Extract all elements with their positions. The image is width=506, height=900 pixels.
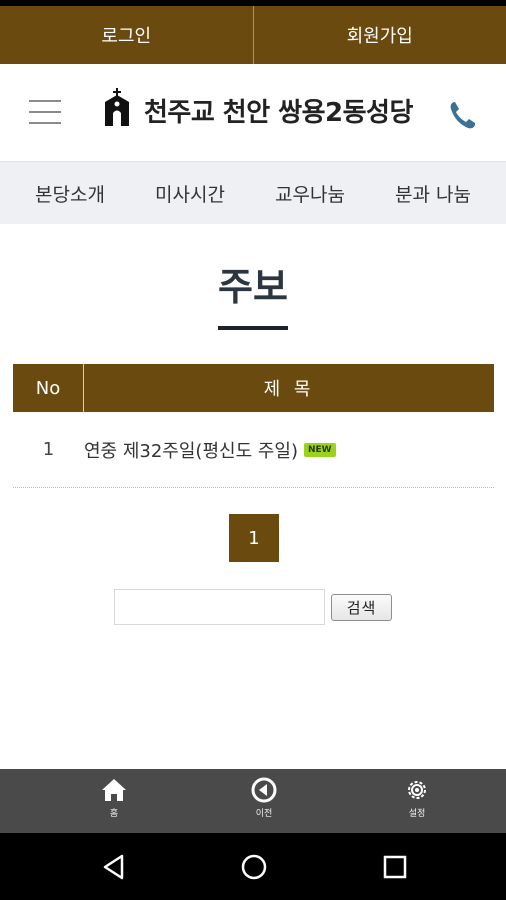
android-home-icon[interactable] — [240, 853, 268, 881]
nav-item-mass-times[interactable]: 미사시간 — [155, 180, 225, 207]
nav-item-about[interactable]: 본당소개 — [35, 180, 105, 207]
bottom-back-button[interactable]: 이전 — [234, 777, 294, 819]
row-title-cell: 연중 제32주일(평신도 주일) NEW — [84, 437, 494, 463]
main-nav: 본당소개 미사시간 교우나눔 분과 나눔 — [0, 162, 506, 224]
new-badge: NEW — [304, 442, 336, 457]
android-back-icon[interactable] — [100, 853, 128, 881]
bottom-settings-button[interactable]: 설정 — [387, 777, 447, 819]
bottom-back-label: 이전 — [255, 809, 273, 819]
back-circle-icon — [251, 777, 277, 803]
phone-icon[interactable] — [448, 100, 476, 130]
bulletin-board: No 제 목 1 연중 제32주일(평신도 주일) NEW — [13, 364, 494, 488]
top-auth-bar: 로그인 회원가입 — [0, 6, 506, 64]
bottom-home-label: 홈 — [109, 809, 119, 819]
column-header-title: 제 목 — [263, 379, 315, 400]
post-title-link[interactable]: 연중 제32주일(평신도 주일) — [84, 437, 298, 463]
title-underline — [218, 326, 288, 330]
bottom-home-button[interactable]: 홈 — [84, 777, 144, 819]
site-title[interactable]: 천주교 천안 쌍용2동성당 — [144, 92, 413, 129]
column-header-no: No — [13, 364, 84, 412]
table-row[interactable]: 1 연중 제32주일(평신도 주일) NEW — [13, 412, 494, 488]
table-header: No 제 목 — [13, 364, 494, 412]
home-icon — [102, 779, 126, 801]
hamburger-menu-icon[interactable] — [29, 100, 61, 124]
page-title: 주보 — [218, 265, 288, 309]
search-button[interactable]: 검색 — [331, 594, 392, 621]
signup-button[interactable]: 회원가입 — [254, 6, 506, 64]
page-button-current[interactable]: 1 — [229, 514, 279, 562]
nav-item-community[interactable]: 교우나눔 — [275, 180, 345, 207]
login-button[interactable]: 로그인 — [0, 6, 253, 64]
android-navigation-bar — [0, 833, 506, 900]
row-number: 1 — [42, 439, 55, 460]
search-input[interactable] — [114, 589, 325, 625]
site-header: 천주교 천안 쌍용2동성당 — [0, 64, 506, 162]
gear-icon — [408, 781, 426, 799]
church-logo-icon[interactable] — [103, 88, 131, 126]
bottom-settings-label: 설정 — [408, 809, 426, 819]
android-recents-icon[interactable] — [381, 853, 409, 881]
app-bottom-bar: 홈 이전 설정 — [0, 769, 506, 833]
nav-item-division-sharing[interactable]: 분과 나눔 — [395, 180, 471, 207]
